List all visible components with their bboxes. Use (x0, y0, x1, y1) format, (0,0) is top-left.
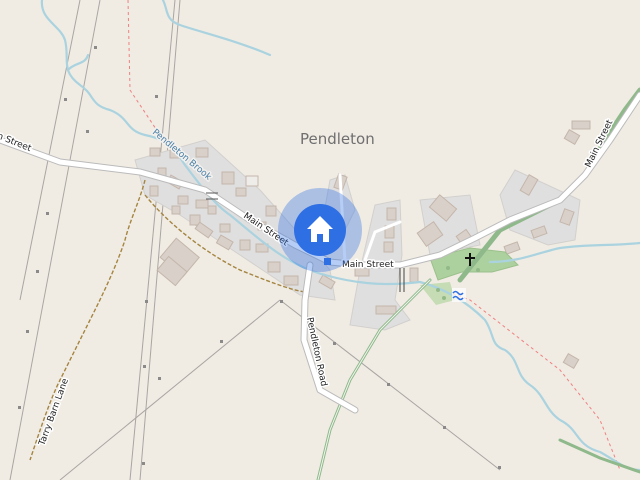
map-canvas[interactable]: Pendleton Pendleton Brook Main Street Ma… (0, 0, 640, 480)
waves-icon[interactable] (452, 288, 466, 302)
road-label-main-street-east: Main Street (342, 260, 394, 270)
place-label: Pendleton (300, 130, 375, 148)
